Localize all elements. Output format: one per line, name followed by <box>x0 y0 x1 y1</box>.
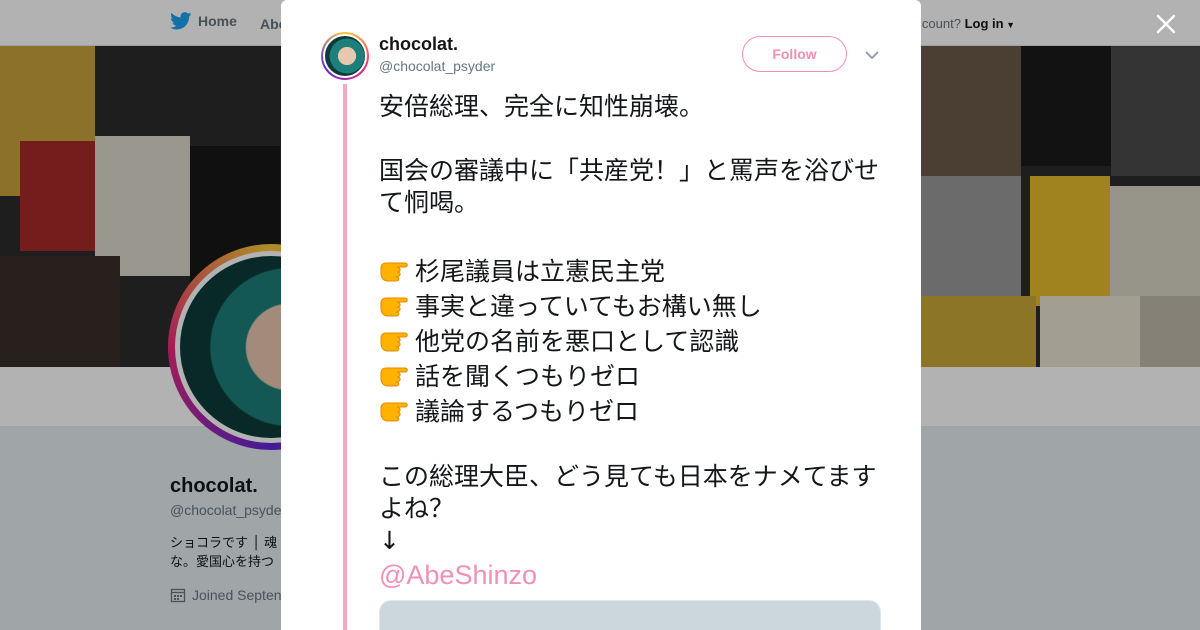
tweet-body: 安倍総理、完全に知性崩壊。 国会の審議中に「共産党！」と罵声を浴びせて恫喝。 杉… <box>379 91 884 591</box>
mention-link[interactable]: @AbeShinzo <box>379 559 884 591</box>
tweet-media-card[interactable] <box>379 600 881 630</box>
bullet-text: 杉尾議員は立憲民主党 <box>415 256 666 286</box>
follow-button[interactable]: Follow <box>742 36 847 72</box>
pointing-right-icon <box>380 402 408 421</box>
bullet-item: 事実と違っていてもお構い無し <box>379 289 884 324</box>
tweet-paragraph: 国会の審議中に「共産党！」と罵声を浴びせて恫喝。 <box>379 156 880 217</box>
bullet-text: 議論するつもりゼロ <box>415 396 640 426</box>
bullet-item: 他党の名前を悪口として認識 <box>379 324 884 359</box>
bullet-text: 他党の名前を悪口として認識 <box>415 326 740 356</box>
bullet-text: 事実と違っていてもお構い無し <box>415 291 762 321</box>
chevron-down-icon[interactable] <box>863 46 881 64</box>
close-icon[interactable] <box>1154 12 1178 36</box>
avatar-photo <box>323 34 367 78</box>
tweet-author-avatar[interactable] <box>321 32 369 80</box>
tweet-closing: この総理大臣、どう見ても日本をナメてますよね？ <box>379 462 877 523</box>
tweet-author-name[interactable]: chocolat. <box>379 34 458 55</box>
bullet-item: 話を聞くつもりゼロ <box>379 359 884 394</box>
tweet-line: 安倍総理、完全に知性崩壊。 <box>379 92 705 121</box>
pointing-right-icon <box>380 297 408 316</box>
thread-connector-line <box>343 84 347 630</box>
bullet-text: 話を聞くつもりゼロ <box>415 361 641 391</box>
pointing-right-icon <box>380 367 408 386</box>
tweet-author-handle[interactable]: @chocolat_psyder <box>379 58 495 74</box>
bullet-item: 杉尾議員は立憲民主党 <box>379 254 884 289</box>
down-arrow-text: ↓ <box>379 526 400 555</box>
pointing-right-icon <box>380 332 408 351</box>
bullet-item: 議論するつもりゼロ <box>379 394 884 429</box>
pointing-right-icon <box>380 262 408 281</box>
tweet-modal: chocolat. @chocolat_psyder Follow 安倍総理、完… <box>281 0 921 630</box>
